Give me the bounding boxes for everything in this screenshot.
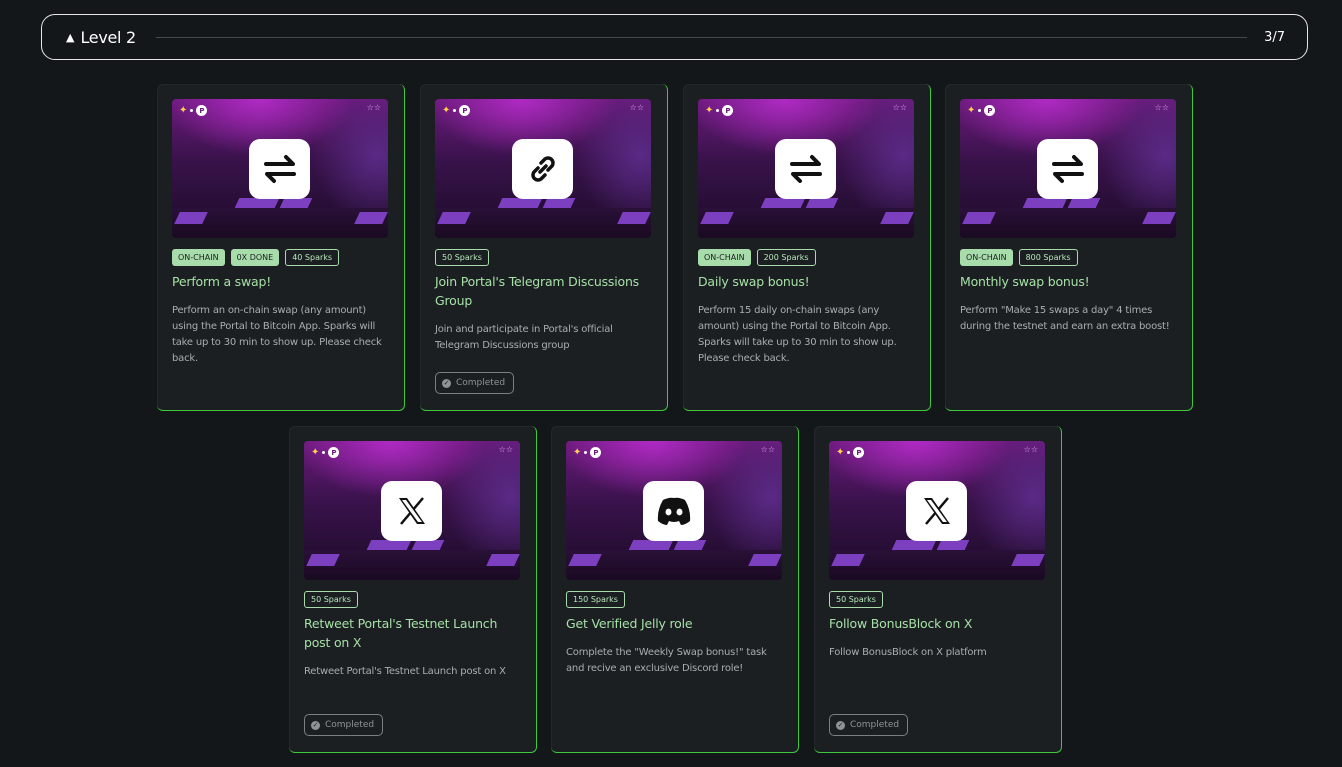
quest-thumbnail: ✦ P ☆☆ <box>960 99 1176 238</box>
quest-description: Join and participate in Portal's officia… <box>435 324 613 351</box>
portal-brand-logo: ✦ P <box>573 447 602 458</box>
quest-tag: ON-CHAIN <box>960 249 1013 266</box>
completed-badge: ✓ Completed <box>435 372 515 394</box>
quest-description: Complete the "Weekly Swap bonus!" task a… <box>566 647 767 674</box>
check-circle-icon: ✓ <box>311 720 320 730</box>
quest-title: Perform a swap! <box>172 274 272 289</box>
quest-tag: ON-CHAIN <box>698 249 751 266</box>
quest-thumbnail: ✦ P ☆☆ <box>435 99 651 238</box>
check-circle-icon: ✓ <box>442 378 451 388</box>
portal-brand-logo: ✦ P <box>705 105 734 116</box>
level-header[interactable]: ▲ Level 2 3/7 <box>41 14 1308 60</box>
quest-title: Retweet Portal's Testnet Launch post on … <box>304 616 498 650</box>
quest-description: Perform 15 daily on-chain swaps (any amo… <box>698 305 897 364</box>
portal-brand-logo: ✦ P <box>836 447 865 458</box>
portal-brand-logo: ✦ P <box>967 105 996 116</box>
stars-decoration-icon: ☆☆ <box>1023 445 1038 454</box>
x-logo-icon <box>906 481 967 541</box>
swap-arrows-icon <box>1037 139 1098 199</box>
swap-arrows-icon <box>249 139 310 199</box>
level-progress-count: 3/7 <box>1264 29 1285 45</box>
quest-title: Follow BonusBlock on X <box>829 616 973 631</box>
portal-brand-logo: ✦ P <box>179 105 208 116</box>
quest-tag: 40 Sparks <box>285 249 340 266</box>
quest-thumbnail: ✦ P ☆☆ <box>172 99 388 238</box>
quest-description: Perform an on-chain swap (any amount) us… <box>172 305 382 364</box>
quest-tag: 0X DONE <box>230 249 280 266</box>
quest-description: Perform "Make 15 swaps a day" 4 times du… <box>960 305 1170 332</box>
portal-brand-logo: ✦ P <box>311 447 340 458</box>
quest-tags: 50 Sparks <box>435 249 489 266</box>
x-logo-icon <box>381 481 442 541</box>
quest-tags: 50 Sparks <box>304 591 358 608</box>
quest-tags: 50 Sparks <box>829 591 883 608</box>
quest-tag: 50 Sparks <box>304 591 358 608</box>
quest-tag: 150 Sparks <box>566 591 625 608</box>
stars-decoration-icon: ☆☆ <box>892 103 907 112</box>
stars-decoration-icon: ☆☆ <box>1154 103 1169 112</box>
quest-card[interactable]: ✦ P ☆☆ ON-CHAIN 0X DONE 40 Sparks Perform a… <box>157 84 405 411</box>
quest-card[interactable]: ✦ P ☆☆ ON-CHAIN 200 Sparks Daily swap bonu… <box>683 84 931 411</box>
completed-label: Completed <box>456 378 506 388</box>
discord-icon <box>643 481 704 541</box>
quest-card[interactable]: ✦ P ☆☆ 150 Sparks Get Verified Jelly role… <box>551 426 799 753</box>
completed-label: Completed <box>325 720 375 730</box>
quest-title: Monthly swap bonus! <box>960 274 1090 289</box>
quest-tag: 50 Sparks <box>829 591 883 608</box>
stars-decoration-icon: ☆☆ <box>760 445 775 454</box>
stars-decoration-icon: ☆☆ <box>498 445 513 454</box>
quest-title: Get Verified Jelly role <box>566 616 693 631</box>
completed-badge: ✓ Completed <box>304 714 384 736</box>
level-title: Level 2 <box>80 27 136 47</box>
completed-badge: ✓ Completed <box>829 714 909 736</box>
quest-thumbnail: ✦ P ☆☆ <box>698 99 914 238</box>
swap-arrows-icon <box>775 139 836 199</box>
quest-tag: 800 Sparks <box>1018 249 1078 266</box>
quest-title: Join Portal's Telegram Discussions Group <box>435 274 639 308</box>
quest-tags: ON-CHAIN 800 Sparks <box>960 249 1078 266</box>
quest-tag: 50 Sparks <box>435 249 489 266</box>
quest-thumbnail: ✦ P ☆☆ <box>304 441 520 580</box>
quest-card[interactable]: ✦ P ☆☆ 50 Sparks Retweet Portal's Testnet… <box>289 426 537 753</box>
quest-thumbnail: ✦ P ☆☆ <box>829 441 1045 580</box>
quest-tag: ON-CHAIN <box>172 249 225 266</box>
completed-label: Completed <box>850 720 900 730</box>
triangle-up-icon[interactable]: ▲ <box>66 31 74 44</box>
quest-thumbnail: ✦ P ☆☆ <box>566 441 782 580</box>
quest-tags: ON-CHAIN 0X DONE 40 Sparks <box>172 249 340 266</box>
check-circle-icon: ✓ <box>836 720 845 730</box>
level-progress-line <box>155 36 1248 38</box>
stars-decoration-icon: ☆☆ <box>629 103 644 112</box>
link-icon <box>512 139 573 199</box>
quest-tags: ON-CHAIN 200 Sparks <box>698 249 816 266</box>
portal-brand-logo: ✦ P <box>442 105 471 116</box>
quest-description: Retweet Portal's Testnet Launch post on … <box>304 666 506 677</box>
quest-card[interactable]: ✦ P ☆☆ ON-CHAIN 800 Sparks Monthly swap bo… <box>945 84 1193 411</box>
stars-decoration-icon: ☆☆ <box>366 103 381 112</box>
quest-tag: 200 Sparks <box>756 249 816 266</box>
quest-card[interactable]: ✦ P ☆☆ 50 Sparks Follow BonusBlock on X F… <box>814 426 1062 753</box>
quest-tags: 150 Sparks <box>566 591 625 608</box>
quest-card[interactable]: ✦ P ☆☆ 50 Sparks Join Portal's Telegram D… <box>420 84 668 411</box>
quest-title: Daily swap bonus! <box>698 274 810 289</box>
quest-description: Follow BonusBlock on X platform <box>829 647 987 658</box>
